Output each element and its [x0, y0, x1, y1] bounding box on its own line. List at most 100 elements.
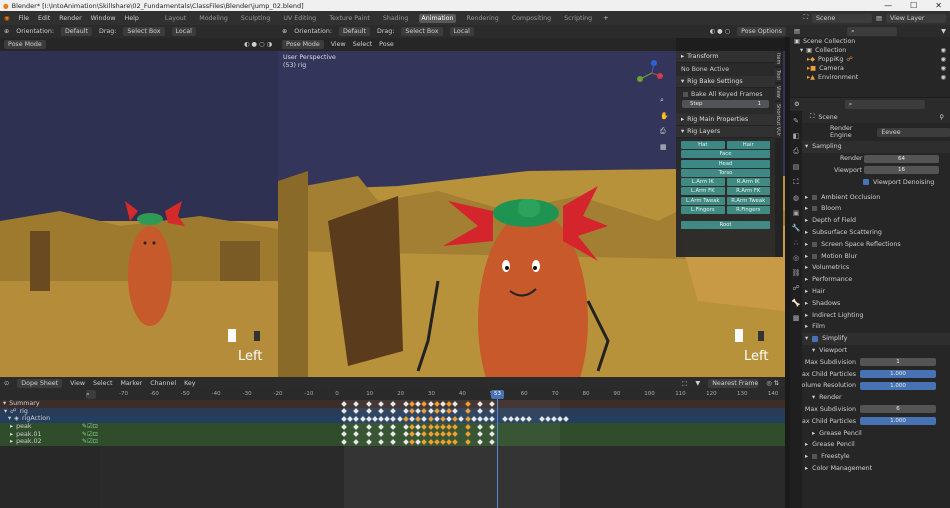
texture-tab-icon[interactable]: ▩ [793, 314, 800, 322]
sidebar-tab-view[interactable]: View [775, 84, 781, 100]
physics-tab-icon[interactable]: ◎ [793, 254, 799, 262]
workspace-tab-scripting[interactable]: Scripting [562, 14, 594, 23]
layer-button-torso[interactable]: Torso [681, 168, 770, 177]
workspace-tab-compositing[interactable]: Compositing [510, 14, 553, 23]
perspective-grid-icon[interactable]: ▦ [660, 143, 669, 151]
bone-tab-icon[interactable]: 🦴 [792, 299, 801, 307]
main-menu-view[interactable]: View [331, 41, 346, 48]
dope-menu-view[interactable]: View [70, 380, 85, 387]
panel-ssr[interactable]: ▸ Screen Space Reflections [790, 238, 950, 250]
checkbox[interactable] [812, 194, 818, 200]
render-max-subdiv-field[interactable]: 6 [860, 405, 936, 414]
workspace-tab-texture-paint[interactable]: Texture Paint [327, 14, 372, 23]
max-subdiv-field[interactable]: 1 [860, 358, 936, 367]
channel-peak-02[interactable]: ▸ peak.02 ✎☑⊡ [0, 437, 100, 446]
panel-bloom[interactable]: ▸ Bloom [790, 203, 950, 215]
panel-indirect-lighting[interactable]: ▸ Indirect Lighting [790, 309, 950, 321]
simplify-viewport-subpanel[interactable]: ▾ Viewport [790, 345, 950, 357]
playhead-line[interactable] [497, 390, 498, 508]
eye-icon[interactable]: ◉ [941, 65, 947, 72]
layer-button-r-fingers[interactable]: R.Fingers [726, 206, 770, 215]
main-mode-dropdown[interactable]: Pose Mode [282, 40, 324, 49]
layer-button-l-arm-ik[interactable]: L.Arm IK [681, 178, 725, 187]
layer-button-face[interactable]: Face [681, 150, 770, 159]
frame-ruler[interactable]: -70-60-50-40-30-20-100102030405060708090… [100, 389, 785, 400]
panel-hair[interactable]: ▸ Hair [790, 286, 950, 298]
simplify-grease-pencil-subpanel[interactable]: ▸ Grease Pencil [790, 427, 950, 439]
panel-motion-blur[interactable]: ▸ Motion Blur [790, 250, 950, 262]
simplify-render-subpanel[interactable]: ▾ Render [790, 392, 950, 404]
camera-view-icon[interactable]: ⎙ [660, 127, 669, 136]
layer-button-head[interactable]: Head [681, 159, 770, 168]
pan-hand-icon[interactable]: ✋ [660, 112, 669, 120]
world-tab-icon[interactable]: ◍ [793, 194, 799, 202]
viewport-samples-field[interactable]: 16 [864, 166, 939, 175]
dope-menu-key[interactable]: Key [184, 380, 195, 387]
layer-button-hair[interactable]: Hair [726, 141, 770, 149]
shading-icons[interactable]: ◐ ● ○ ◑ [244, 41, 272, 48]
panel-ambient-occlusion[interactable]: ▸ Ambient Occlusion [790, 191, 950, 203]
current-frame-indicator[interactable]: 53 [491, 390, 504, 399]
layer-button-l-arm-fk[interactable]: L.Arm FK [681, 187, 725, 196]
particles-tab-icon[interactable]: ∴ [794, 239, 798, 247]
max-child-field[interactable]: 1.000 [860, 370, 936, 379]
menu-render[interactable]: Render [59, 15, 81, 22]
workspace-tab-layout[interactable]: Layout [163, 14, 188, 23]
minimize-button[interactable]: — [884, 1, 892, 10]
workspace-tab-rendering[interactable]: Rendering [465, 14, 501, 23]
data-tab-icon[interactable]: ☍ [792, 284, 799, 292]
workspace-tab-shading[interactable]: Shading [381, 14, 411, 23]
layer-button-root[interactable]: Root [681, 220, 770, 229]
pivot-dropdown[interactable]: Local [171, 27, 196, 36]
filter-icon[interactable]: ▼ [695, 380, 700, 387]
main-orientation-dropdown[interactable]: Default [338, 27, 370, 36]
rig-layers-header[interactable]: ▾ Rig Layers [676, 126, 775, 138]
left-viewport[interactable]: Left [0, 51, 278, 377]
menu-edit[interactable]: Edit [38, 15, 50, 22]
dope-menu-select[interactable]: Select [93, 380, 112, 387]
menu-file[interactable]: File [19, 15, 30, 22]
render-engine-dropdown[interactable]: Eevee [877, 127, 950, 137]
render-max-child-field[interactable]: 1.000 [860, 417, 936, 426]
bake-settings-header[interactable]: ▾ Rig Bake Settings [676, 76, 775, 88]
step-field[interactable]: Step 1 [682, 100, 769, 108]
sidebar-tab-item[interactable]: Item [775, 51, 781, 67]
drag-dropdown[interactable]: Select Box [123, 27, 165, 36]
channel-peak[interactable]: ▸ peak ✎☑⊡ [0, 422, 100, 431]
channel-toggle-icons[interactable]: ✎☑⊡ [82, 438, 98, 445]
checkbox[interactable] [812, 241, 818, 247]
panel-subsurface-scattering[interactable]: ▸ Subsurface Scattering [790, 227, 950, 239]
panel-grease-pencil[interactable]: ▸ Grease Pencil [790, 439, 950, 451]
snap-dropdown[interactable]: Nearest Frame [708, 378, 758, 388]
constraints-tab-icon[interactable]: ⛓ [792, 269, 801, 277]
outliner-item-environment[interactable]: ▸▲ Environment ◉ [790, 73, 950, 82]
dope-mode-dropdown[interactable]: Dope Sheet [17, 378, 63, 388]
transform-panel-header[interactable]: ▸ Transform [676, 51, 775, 63]
bake-all-checkbox[interactable] [683, 91, 688, 97]
blender-menu-icon[interactable]: ◉ [4, 15, 10, 22]
sampling-panel-header[interactable]: ▾ Sampling [790, 141, 950, 153]
checkbox[interactable] [812, 253, 818, 259]
channel-rigaction[interactable]: ▾ ◈ rigAction [0, 415, 100, 423]
maximize-button[interactable]: ☐ [910, 1, 917, 10]
left-mode-dropdown[interactable]: Pose Mode [4, 40, 46, 49]
layer-button-l-arm-tweak[interactable]: L.Arm Tweak [681, 196, 725, 205]
main-props-header[interactable]: ▸ Rig Main Properties [676, 114, 775, 126]
main-cursor-icon[interactable]: ⊕ [282, 28, 287, 35]
add-workspace-icon[interactable]: + [603, 15, 608, 22]
sidebar-tab-shortcut[interactable]: Shortcut VUr [775, 101, 781, 139]
pin-icon[interactable]: ⚲ [939, 114, 944, 121]
editor-type-icon[interactable]: ⊙ [4, 380, 9, 387]
cursor-icon[interactable]: ⊕ [4, 28, 9, 35]
layer-button-r-arm-ik[interactable]: R.Arm IK [726, 178, 770, 187]
only-selected-icon[interactable]: ⬚ [681, 380, 687, 387]
sidebar-tab-tool[interactable]: Tool [775, 68, 781, 83]
main-drag-dropdown[interactable]: Select Box [401, 27, 443, 36]
main-menu-pose[interactable]: Pose [379, 41, 394, 48]
eye-icon[interactable]: ◉ [941, 56, 947, 63]
panel-performance[interactable]: ▸ Performance [790, 274, 950, 286]
tool-tab-icon[interactable]: ✎ [793, 117, 799, 125]
editor-type-icon[interactable]: ▤ [794, 28, 800, 35]
panel-color-management[interactable]: ▸ Color Management [790, 463, 950, 475]
volume-res-field[interactable]: 1.000 [860, 381, 936, 390]
